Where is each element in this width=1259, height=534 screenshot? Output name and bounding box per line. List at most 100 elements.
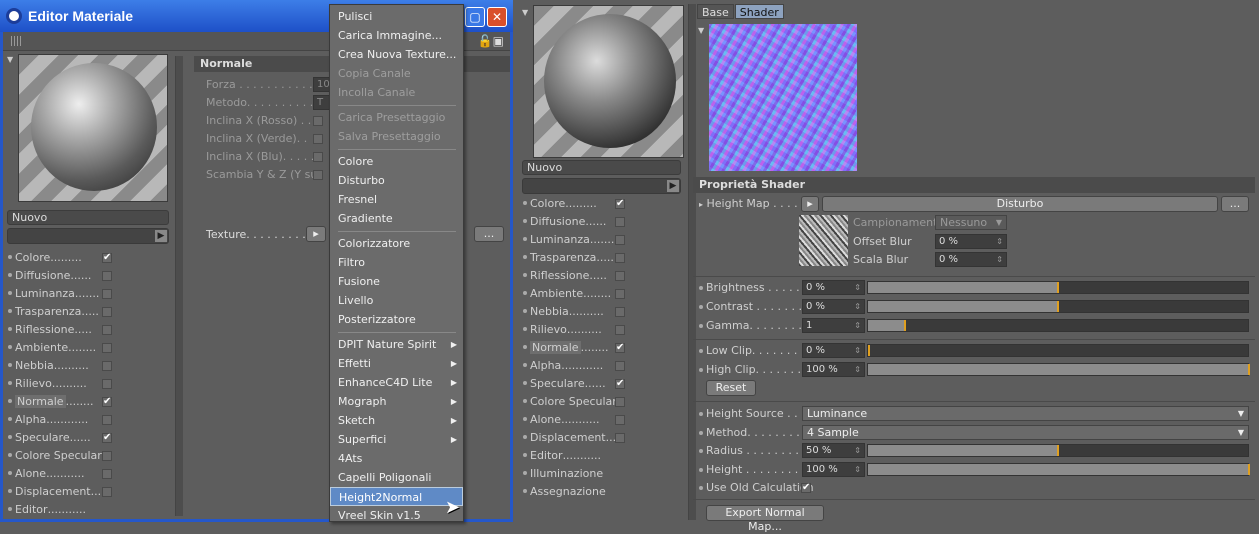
channel-checkbox[interactable] [102,325,112,335]
material-name[interactable]: Nuovo [7,210,169,225]
menu-item[interactable]: Crea Nuova Texture... [330,45,463,64]
old-calc-checkbox[interactable]: ✔ [801,483,811,493]
texture-more-button[interactable]: ... [474,226,504,242]
height-slider[interactable] [867,463,1250,476]
channel-checkbox[interactable] [102,343,112,353]
campionamento-dropdown[interactable]: Nessuno ▼ [935,215,1007,230]
slider-value-field[interactable]: 0 % ⇕ [802,299,865,314]
channel-item[interactable]: Rilievo.......... [523,322,602,340]
channel-checkbox[interactable] [615,289,625,299]
maximize-button[interactable]: ▢ [465,7,485,27]
channel-item[interactable]: Trasparenza..... [523,250,614,268]
channel-checkbox[interactable]: ✔ [102,253,112,263]
param-checkbox[interactable] [313,152,323,162]
channel-scrollbar[interactable] [175,56,183,516]
channel-checkbox[interactable] [615,253,625,263]
channel-checkbox[interactable] [615,217,625,227]
channel-item[interactable]: Colore Speculare [8,448,108,466]
height-map-arrow-button[interactable]: ▸ [801,196,819,212]
radius-slider[interactable] [867,444,1249,457]
method-dropdown[interactable]: 4 Sample ▼ [802,425,1249,440]
channel-checkbox[interactable] [615,235,625,245]
value-slider[interactable] [867,281,1249,294]
arrow-right-icon[interactable]: ▶ [155,230,167,242]
spinner-icon[interactable]: ⇕ [854,281,861,294]
channel-item[interactable]: Nebbia.......... [8,358,89,376]
slider-knob[interactable] [1057,301,1059,312]
channel-item[interactable]: Rilievo.......... [8,376,87,394]
slider-value-field[interactable]: 0 % ⇕ [802,343,865,358]
menu-item[interactable]: DPIT Nature Spirit ▶ [330,335,463,354]
param-checkbox[interactable] [313,116,323,126]
slider-knob[interactable] [868,345,870,356]
channel-checkbox[interactable] [615,307,625,317]
menu-item[interactable]: Mograph ▶ [330,392,463,411]
channel-item[interactable]: Ambiente........ [523,286,611,304]
channel-item[interactable]: Displacement... [523,430,616,448]
channel-checkbox[interactable] [102,451,112,461]
param-checkbox[interactable] [313,134,323,144]
channel-scrollbar[interactable] [688,4,696,520]
collapse-arrow-icon[interactable]: ▼ [698,26,704,35]
channel-checkbox[interactable] [615,433,625,443]
spinner-icon[interactable]: ⇕ [854,300,861,313]
menu-item[interactable]: Colore [330,152,463,171]
slider-knob[interactable] [1248,464,1250,475]
channel-item[interactable]: Normale........ [523,340,609,358]
channel-checkbox[interactable]: ✔ [615,343,625,353]
channel-item[interactable]: Luminanza....... [8,286,99,304]
channel-item[interactable]: Riflessione..... [8,322,92,340]
spinner-icon[interactable]: ⇕ [854,319,861,332]
spinner-icon[interactable]: ⇕ [854,363,861,376]
menu-item[interactable]: EnhanceC4D Lite ▶ [330,373,463,392]
param-checkbox[interactable] [313,170,323,180]
channel-checkbox[interactable] [102,415,112,425]
value-slider[interactable] [867,363,1250,376]
channel-checkbox[interactable] [615,361,625,371]
channel-checkbox[interactable] [615,271,625,281]
channel-checkbox[interactable] [102,361,112,371]
slider-value-field[interactable]: 100 % ⇕ [802,362,865,377]
channel-checkbox[interactable]: ✔ [102,397,112,407]
spinner-icon[interactable]: ⇕ [854,344,861,357]
channel-checkbox[interactable] [615,397,625,407]
channel-item[interactable]: Diffusione...... [523,214,606,232]
channel-item[interactable]: Speculare...... [523,376,606,394]
channel-item[interactable]: Trasparenza..... [8,304,99,322]
preview-options-bar[interactable]: ▶ [7,228,169,244]
menu-item[interactable]: Capelli Poligonali [330,468,463,487]
tab-base[interactable]: Base [697,4,734,19]
radius-field[interactable]: 50 % ⇕ [802,443,865,458]
menu-item[interactable]: Posterizzatore [330,310,463,329]
menu-item[interactable]: Pulisci [330,7,463,26]
channel-checkbox[interactable]: ✔ [102,433,112,443]
menu-item[interactable]: Effetti ▶ [330,354,463,373]
channel-item[interactable]: Illuminazione [523,466,603,484]
offset-blur-field[interactable]: 0 % ⇕ [935,234,1007,249]
channel-checkbox[interactable] [102,379,112,389]
menu-item[interactable]: Sketch ▶ [330,411,463,430]
channel-item[interactable]: Normale........ [8,394,94,412]
slider-value-field[interactable]: 0 % ⇕ [802,280,865,295]
channel-checkbox[interactable] [102,307,112,317]
preview-options-bar[interactable]: ▶ [522,178,681,194]
channel-item[interactable]: Assegnazione [523,484,606,502]
scala-blur-field[interactable]: 0 % ⇕ [935,252,1007,267]
channel-checkbox[interactable]: ✔ [615,199,625,209]
arrow-right-icon[interactable]: ▶ [667,180,679,192]
channel-checkbox[interactable]: ✔ [615,379,625,389]
channel-checkbox[interactable] [615,415,625,425]
grip-icon[interactable] [11,36,21,46]
material-preview[interactable] [533,5,684,158]
reset-button[interactable]: Reset [706,380,756,396]
channel-item[interactable]: Colore......... [523,196,597,214]
channel-item[interactable]: Luminanza....... [523,232,614,250]
channel-checkbox[interactable] [102,289,112,299]
channel-item[interactable]: Colore......... [8,250,82,268]
value-slider[interactable] [867,300,1249,313]
channel-item[interactable]: Speculare...... [8,430,91,448]
channel-checkbox[interactable] [102,487,112,497]
channel-checkbox[interactable] [102,469,112,479]
tab-shader[interactable]: Shader [734,4,784,19]
channel-item[interactable]: Editor........... [523,448,601,466]
